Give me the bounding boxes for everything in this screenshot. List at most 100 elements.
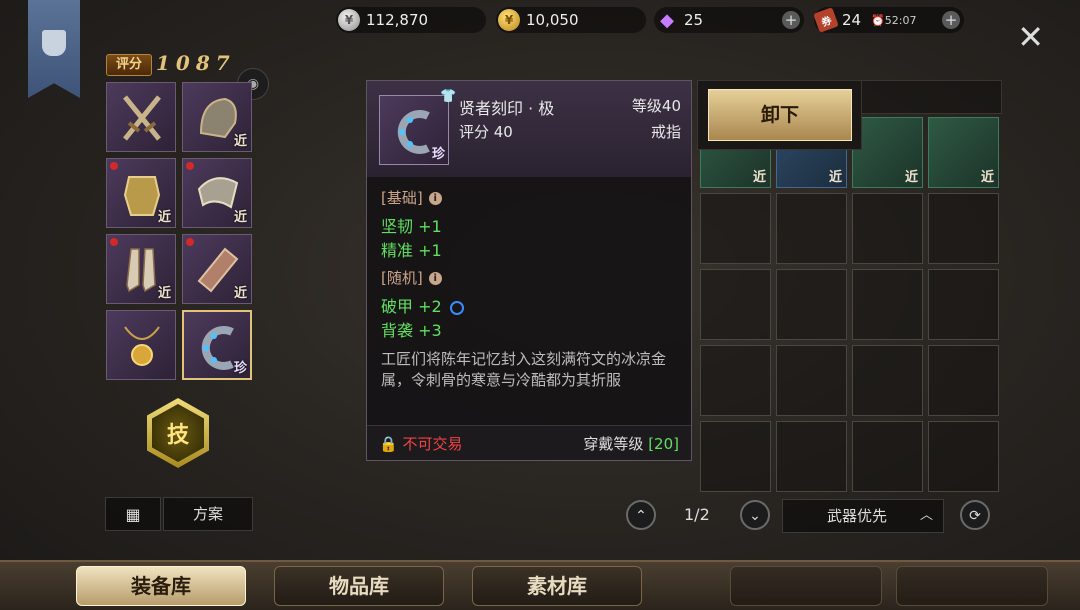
- inventory-empty-slot[interactable]: [776, 421, 847, 492]
- score-value: 1087: [156, 51, 236, 75]
- equip-slot-weapon[interactable]: [106, 82, 176, 152]
- add-ticket-button[interactable]: +: [942, 11, 960, 29]
- gem-value: 25: [684, 11, 704, 29]
- inventory-empty-slot[interactable]: [776, 193, 847, 264]
- banner-emblem-icon: [42, 30, 66, 56]
- item-type: 戒指: [650, 123, 681, 141]
- item-tooltip: 珍 👕 贤者刻印 · 极 等级40 评分 40 戒指 [基础] i 坚韧 +1 精…: [366, 80, 692, 461]
- tab-materials[interactable]: 素材库: [472, 566, 642, 606]
- equip-slot-ring[interactable]: 珍: [182, 310, 252, 380]
- wear-level-value: [20]: [648, 435, 679, 453]
- info-icon[interactable]: i: [428, 192, 442, 205]
- item-name: 贤者刻印 · 极: [459, 99, 555, 118]
- inventory-empty-slot[interactable]: [852, 345, 923, 416]
- score-label: 评分: [106, 54, 152, 76]
- inventory-empty-slot[interactable]: [928, 269, 999, 340]
- item-description: 工匠们将陈年记忆封入这刻满符文的冰凉金属，令刺骨的寒意与冷酷都为其折服: [381, 350, 667, 389]
- ticket-icon: 券: [813, 7, 839, 33]
- inventory-empty-slot[interactable]: [852, 193, 923, 264]
- inventory-empty-slot[interactable]: [776, 345, 847, 416]
- near-tag: 近: [157, 286, 171, 301]
- chevron-down-icon: ⌄: [749, 508, 761, 524]
- lock-icon: 🔒: [379, 435, 398, 453]
- near-tag: 近: [157, 210, 171, 225]
- grid-view-button[interactable]: ▦: [105, 497, 161, 531]
- trade-status: 🔒 不可交易: [379, 433, 462, 454]
- equip-slot-shoulder[interactable]: 近: [182, 158, 252, 228]
- inventory-empty-slot[interactable]: [700, 421, 771, 492]
- equip-slot-bracer[interactable]: 近: [182, 234, 252, 304]
- gem-currency: ◆ 25 +: [654, 7, 804, 33]
- shirt-icon: 👕: [440, 89, 457, 104]
- tooltip-item-icon: 珍: [379, 95, 449, 165]
- tooltip-footer: 🔒 不可交易 穿戴等级 [20]: [367, 425, 691, 460]
- inventory-filter-bar[interactable]: [860, 80, 1002, 114]
- random-stat-2: 背袭 +3: [381, 321, 442, 340]
- page-down-button[interactable]: ⌄: [740, 500, 770, 530]
- chevron-up-icon: ︿: [919, 508, 933, 523]
- tab-items[interactable]: 物品库: [274, 566, 444, 606]
- refresh-button[interactable]: ⟳: [960, 500, 990, 530]
- guild-banner[interactable]: [28, 0, 80, 98]
- near-tag: 近: [233, 286, 247, 301]
- silver-coin-icon: ¥: [338, 9, 360, 31]
- basic-stat-2: 精准 +1: [381, 241, 442, 260]
- tab-placeholder: [730, 566, 882, 606]
- gold-value: 10,050: [526, 11, 579, 29]
- random-stat-1-text: 破甲 +2: [381, 297, 442, 316]
- gold-currency: ¥ 10,050: [496, 7, 646, 33]
- new-dot-icon: [110, 162, 118, 170]
- inventory-empty-slot[interactable]: [928, 193, 999, 264]
- near-tag: 近: [233, 210, 247, 225]
- ticket-currency: 券 24 ⏰52:07 +: [813, 7, 964, 33]
- silver-currency: ¥ 112,870: [336, 7, 486, 33]
- inventory-empty-slot[interactable]: [928, 421, 999, 492]
- chevron-up-icon: ⌃: [635, 508, 647, 524]
- inventory-empty-slot[interactable]: [776, 269, 847, 340]
- close-icon[interactable]: ✕: [1017, 21, 1044, 53]
- info-icon[interactable]: i: [428, 272, 442, 285]
- plan-button[interactable]: 方案: [163, 497, 253, 531]
- inventory-empty-slot[interactable]: [852, 269, 923, 340]
- inventory-empty-slot[interactable]: [700, 269, 771, 340]
- trade-status-text: 不可交易: [402, 435, 463, 453]
- tooltip-header: 珍 👕 贤者刻印 · 极 等级40 评分 40 戒指: [367, 81, 691, 177]
- near-tag: 近: [233, 134, 247, 149]
- sort-dropdown[interactable]: 武器优先 ︿: [782, 499, 944, 533]
- basic-header-text: [基础]: [381, 189, 423, 207]
- reroll-icon[interactable]: [449, 300, 464, 315]
- ticket-value: 24: [842, 11, 862, 29]
- sort-label: 武器优先: [827, 507, 888, 525]
- random-section-header: [随机] i: [381, 267, 442, 288]
- grid-icon: ▦: [125, 504, 141, 524]
- silver-value: 112,870: [366, 11, 429, 29]
- near-tag: 近: [980, 170, 994, 185]
- random-header-text: [随机]: [381, 269, 423, 287]
- skill-label: 技: [152, 404, 204, 462]
- refresh-icon: ⟳: [969, 508, 981, 524]
- wear-level-label: 穿戴等级: [583, 435, 644, 453]
- inventory-empty-slot[interactable]: [700, 193, 771, 264]
- unequip-button[interactable]: 卸下: [708, 89, 852, 141]
- random-stat-1: 破甲 +2: [381, 293, 464, 317]
- inventory-empty-slot[interactable]: [928, 345, 999, 416]
- add-gem-button[interactable]: +: [782, 11, 800, 29]
- gold-coin-icon: ¥: [498, 9, 520, 31]
- amulet-icon: [124, 326, 160, 366]
- item-score: 评分 40: [459, 123, 513, 141]
- equip-slot-chest[interactable]: 近: [106, 158, 176, 228]
- equip-slot-necklace[interactable]: [106, 310, 176, 380]
- inventory-empty-slot[interactable]: [700, 345, 771, 416]
- page-up-button[interactable]: ⌃: [626, 500, 656, 530]
- inventory-item-slot[interactable]: 近: [928, 117, 999, 188]
- wear-level: 穿戴等级 [20]: [583, 433, 679, 454]
- new-dot-icon: [186, 162, 194, 170]
- skill-button[interactable]: 技: [147, 398, 209, 468]
- inventory-item-slot[interactable]: 近: [852, 117, 923, 188]
- unequip-panel: 卸下: [697, 80, 862, 150]
- new-dot-icon: [110, 238, 118, 246]
- inventory-empty-slot[interactable]: [852, 421, 923, 492]
- equip-slot-boots[interactable]: 近: [106, 234, 176, 304]
- tab-equipment[interactable]: 装备库: [76, 566, 246, 606]
- equip-slot-helmet[interactable]: 近: [182, 82, 252, 152]
